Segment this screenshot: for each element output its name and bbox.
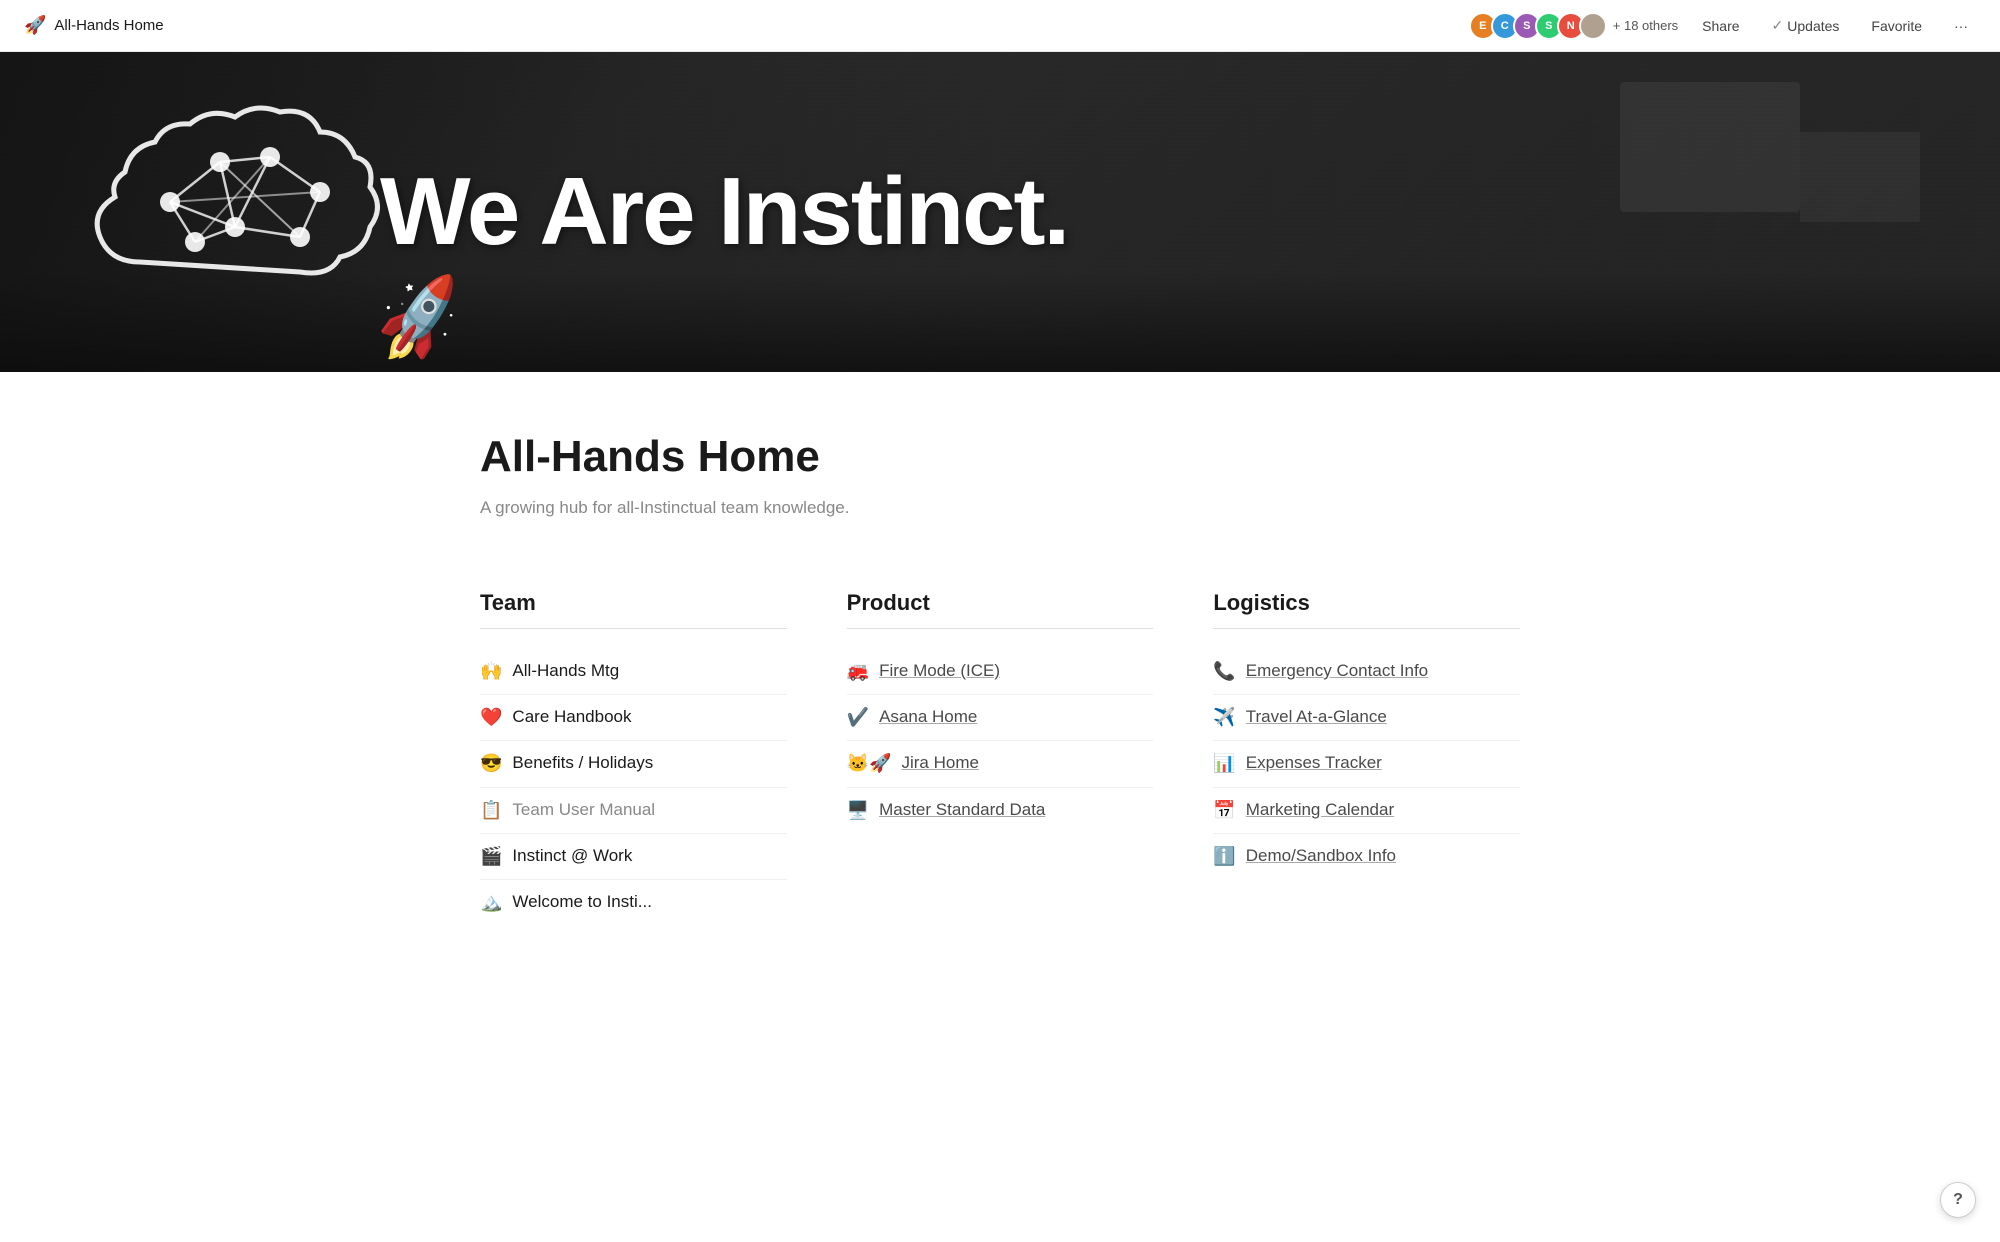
team-item-welcome[interactable]: 🏔️ Welcome to Insti... bbox=[480, 880, 787, 925]
logistics-column-header: Logistics bbox=[1213, 590, 1520, 629]
more-options-button[interactable]: ··· bbox=[1946, 14, 1976, 38]
asana-emoji: ✔️ bbox=[847, 705, 869, 730]
cloud-network-logo bbox=[80, 82, 380, 342]
logistics-column: Logistics 📞 Emergency Contact Info ✈️ Tr… bbox=[1213, 590, 1520, 925]
others-count[interactable]: + 18 others bbox=[1613, 18, 1678, 33]
manual-emoji: 📋 bbox=[480, 798, 502, 823]
travel-label: Travel At-a-Glance bbox=[1246, 705, 1387, 729]
updates-button[interactable]: ✓ Updates bbox=[1764, 13, 1848, 38]
columns-section: Team 🙌 All-Hands Mtg ❤️ Care Handbook 😎 … bbox=[480, 550, 1520, 985]
marketing-label: Marketing Calendar bbox=[1246, 798, 1394, 822]
demo-label: Demo/Sandbox Info bbox=[1246, 844, 1396, 868]
product-column-items: 🚒 Fire Mode (ICE) ✔️ Asana Home 🐱🚀 Jira … bbox=[847, 649, 1154, 833]
fire-mode-emoji: 🚒 bbox=[847, 659, 869, 684]
jira-emoji: 🐱🚀 bbox=[847, 751, 892, 776]
page-subtitle: A growing hub for all-Instinctual team k… bbox=[480, 498, 1520, 518]
rocket-emoji-hero: 🚀 bbox=[368, 270, 471, 369]
benefits-emoji: 😎 bbox=[480, 751, 502, 776]
product-column-header: Product bbox=[847, 590, 1154, 629]
team-column-header: Team bbox=[480, 590, 787, 629]
asana-label: Asana Home bbox=[879, 705, 977, 729]
emergency-emoji: 📞 bbox=[1213, 659, 1235, 684]
team-item-all-hands-mtg[interactable]: 🙌 All-Hands Mtg bbox=[480, 649, 787, 695]
master-data-emoji: 🖥️ bbox=[847, 798, 869, 823]
care-emoji: ❤️ bbox=[480, 705, 502, 730]
fire-mode-label: Fire Mode (ICE) bbox=[879, 659, 1000, 683]
team-item-care-handbook[interactable]: ❤️ Care Handbook bbox=[480, 695, 787, 741]
marketing-emoji: 📅 bbox=[1213, 798, 1235, 823]
benefits-label: Benefits / Holidays bbox=[512, 751, 653, 775]
work-label: Instinct @ Work bbox=[512, 844, 632, 868]
product-item-fire-mode[interactable]: 🚒 Fire Mode (ICE) bbox=[847, 649, 1154, 695]
hero-title: We Are Instinct. bbox=[380, 164, 1920, 260]
page-title: All-Hands Home bbox=[480, 432, 1520, 482]
top-navigation: 🚀 All-Hands Home E C S S N + 18 others S… bbox=[0, 0, 2000, 52]
demo-emoji: ℹ️ bbox=[1213, 844, 1235, 869]
expenses-label: Expenses Tracker bbox=[1246, 751, 1382, 775]
page-emoji-nav: 🚀 bbox=[24, 15, 46, 36]
hero-banner: 🚀 We Are Instinct. bbox=[0, 52, 2000, 372]
share-button[interactable]: Share bbox=[1694, 14, 1747, 38]
logistics-item-travel[interactable]: ✈️ Travel At-a-Glance bbox=[1213, 695, 1520, 741]
emergency-label: Emergency Contact Info bbox=[1246, 659, 1428, 683]
logistics-item-demo[interactable]: ℹ️ Demo/Sandbox Info bbox=[1213, 834, 1520, 879]
team-item-instinct-work[interactable]: 🎬 Instinct @ Work bbox=[480, 834, 787, 880]
jira-label: Jira Home bbox=[901, 751, 978, 775]
welcome-emoji: 🏔️ bbox=[480, 890, 502, 915]
product-column: Product 🚒 Fire Mode (ICE) ✔️ Asana Home … bbox=[847, 590, 1154, 925]
nav-left: 🚀 All-Hands Home bbox=[24, 15, 164, 36]
hero-content: 🚀 We Are Instinct. bbox=[0, 82, 2000, 342]
check-icon: ✓ bbox=[1772, 17, 1784, 34]
logistics-item-marketing[interactable]: 📅 Marketing Calendar bbox=[1213, 788, 1520, 834]
hero-text: We Are Instinct. bbox=[380, 164, 1920, 260]
avatar-photo[interactable] bbox=[1579, 12, 1607, 40]
product-item-master-data[interactable]: 🖥️ Master Standard Data bbox=[847, 788, 1154, 833]
expenses-emoji: 📊 bbox=[1213, 751, 1235, 776]
work-emoji: 🎬 bbox=[480, 844, 502, 869]
logistics-column-items: 📞 Emergency Contact Info ✈️ Travel At-a-… bbox=[1213, 649, 1520, 879]
team-item-user-manual[interactable]: 📋 Team User Manual bbox=[480, 788, 787, 834]
page-header: All-Hands Home A growing hub for all-Ins… bbox=[480, 372, 1520, 550]
team-column: Team 🙌 All-Hands Mtg ❤️ Care Handbook 😎 … bbox=[480, 590, 787, 925]
manual-label: Team User Manual bbox=[512, 798, 655, 822]
help-button[interactable]: ? bbox=[1940, 1182, 1976, 1218]
nav-page-title: All-Hands Home bbox=[54, 17, 163, 34]
nav-right: E C S S N + 18 others Share ✓ Updates Fa… bbox=[1469, 12, 1976, 40]
master-data-label: Master Standard Data bbox=[879, 798, 1045, 822]
logistics-item-emergency[interactable]: 📞 Emergency Contact Info bbox=[1213, 649, 1520, 695]
team-item-benefits-holidays[interactable]: 😎 Benefits / Holidays bbox=[480, 741, 787, 787]
product-item-asana[interactable]: ✔️ Asana Home bbox=[847, 695, 1154, 741]
travel-emoji: ✈️ bbox=[1213, 705, 1235, 730]
all-hands-emoji: 🙌 bbox=[480, 659, 502, 684]
team-column-items: 🙌 All-Hands Mtg ❤️ Care Handbook 😎 Benef… bbox=[480, 649, 787, 925]
care-label: Care Handbook bbox=[512, 705, 631, 729]
page-content: All-Hands Home A growing hub for all-Ins… bbox=[400, 372, 1600, 985]
columns-grid: Team 🙌 All-Hands Mtg ❤️ Care Handbook 😎 … bbox=[480, 590, 1520, 925]
all-hands-label: All-Hands Mtg bbox=[512, 659, 619, 683]
welcome-label: Welcome to Insti... bbox=[512, 890, 652, 914]
favorite-button[interactable]: Favorite bbox=[1863, 14, 1930, 38]
avatar-group: E C S S N + 18 others bbox=[1469, 12, 1678, 40]
logistics-item-expenses[interactable]: 📊 Expenses Tracker bbox=[1213, 741, 1520, 787]
product-item-jira[interactable]: 🐱🚀 Jira Home bbox=[847, 741, 1154, 787]
